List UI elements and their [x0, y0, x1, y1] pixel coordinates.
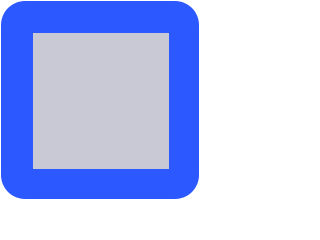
stop-icon[interactable]	[1, 1, 199, 199]
stop-icon-inner-square	[33, 33, 169, 169]
stop-icon-canvas	[0, 0, 200, 200]
